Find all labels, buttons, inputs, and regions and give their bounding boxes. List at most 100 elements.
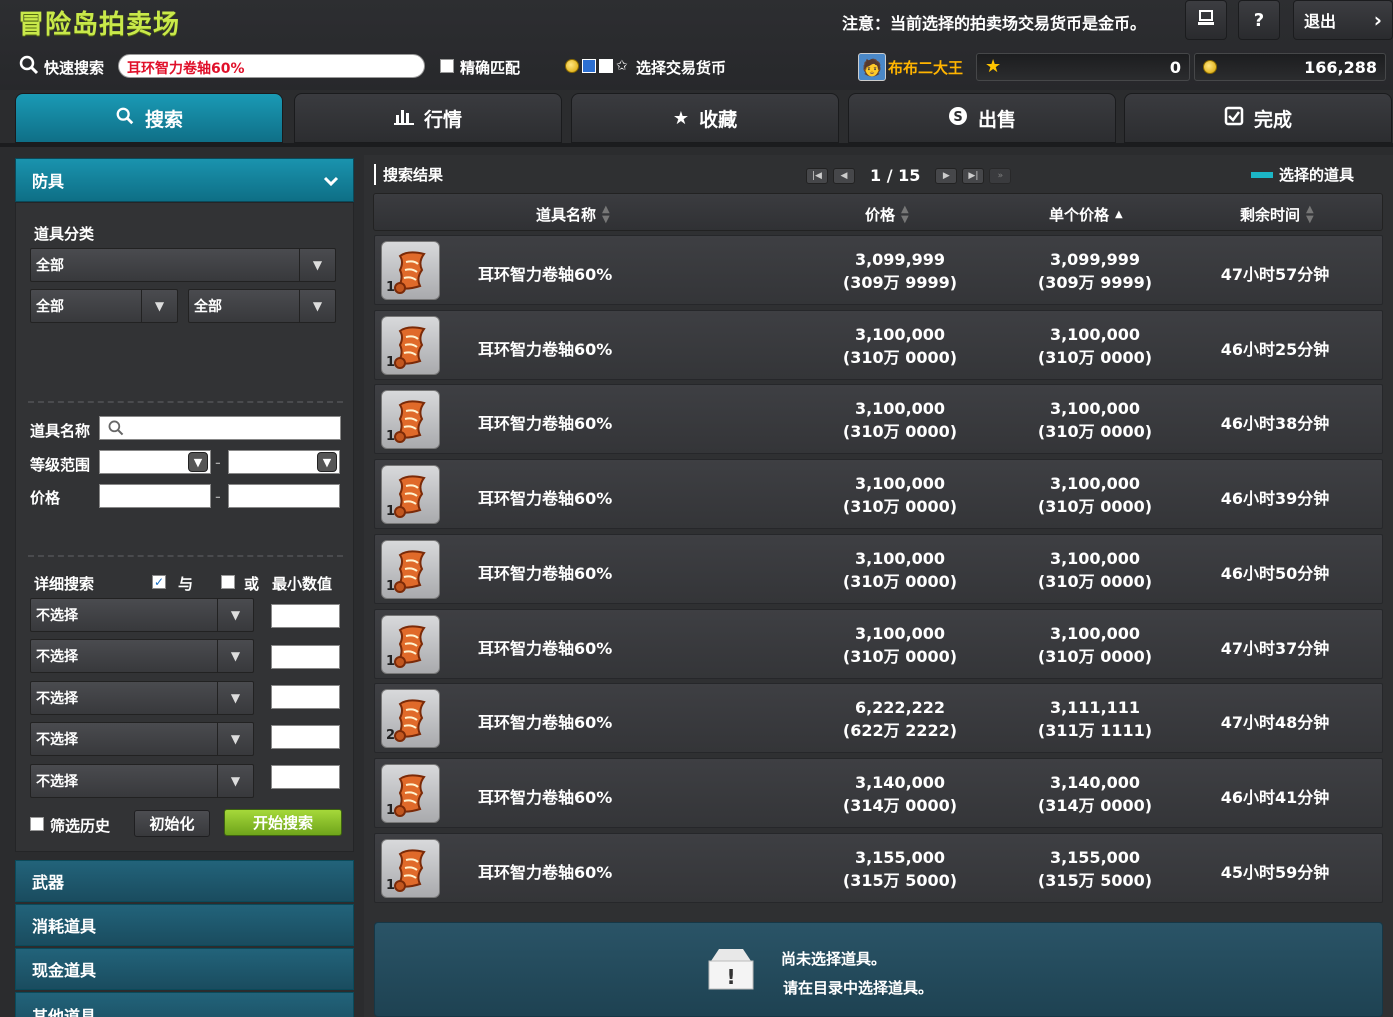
unit-price-cn: (309万 9999) (1037, 273, 1153, 292)
detail-option-select[interactable]: 不选择 ▼ (30, 722, 254, 756)
exact-match-checkbox[interactable] (440, 59, 454, 73)
help-button[interactable]: ? (1238, 0, 1280, 40)
item-name-input[interactable] (99, 416, 341, 440)
star-point-icon: ★ (985, 56, 1002, 77)
unit-price-cell: 3,100,000 (310万 0000) (1020, 622, 1170, 668)
table-row[interactable]: 1 耳环智力卷轴60% 3,155,000 (315万 5000) 3,155,000 (… (374, 832, 1383, 903)
level-min-select[interactable]: ▼ (99, 450, 211, 474)
chevron-down-icon: ▼ (299, 290, 335, 322)
and-checkbox[interactable]: ✓ (152, 575, 166, 589)
detail-option-select[interactable]: 不选择 ▼ (30, 681, 254, 715)
exact-match-label: 精确匹配 (460, 59, 521, 77)
chevron-down-icon (323, 171, 339, 190)
search-icon (18, 54, 40, 76)
table-row[interactable]: 1 耳环智力卷轴60% 3,099,999 (309万 9999) 3,099,999 (… (374, 235, 1383, 305)
level-max-select[interactable]: ▼ (228, 450, 340, 474)
category-weapon-header[interactable]: 武器 (15, 860, 354, 902)
tab-label: 收藏 (699, 108, 738, 131)
col-name-header[interactable]: 道具名称 ▲ ▼ (536, 204, 610, 225)
empty-line-1: 尚未选择道具。 (781, 950, 887, 968)
results-title: 搜索结果 (374, 164, 443, 185)
box-alert-icon: ! (705, 945, 757, 997)
category-label: 现金道具 (32, 961, 97, 980)
detail-min-input[interactable] (271, 725, 340, 749)
chevron-down-icon: ▼ (299, 249, 335, 281)
item-quantity: 1 (386, 877, 396, 893)
unit-price-cn: (310万 0000) (1037, 497, 1153, 517)
first-page-button[interactable]: |◀ (806, 167, 828, 184)
price-cell: 3,100,000 (310万 0000) (825, 472, 975, 518)
price-value: 3,140,000 (854, 772, 946, 792)
star-icon: ★ (672, 107, 690, 129)
check-icon (1224, 106, 1244, 131)
select-currency-label[interactable]: 选择交易货币 (636, 57, 726, 78)
tab-search[interactable]: 搜索 (15, 93, 283, 143)
detail-option-select[interactable]: 不选择 ▼ (30, 639, 254, 673)
price-cell: 3,155,000 (315万 5000) (825, 846, 975, 892)
table-row[interactable]: 1 耳环智力卷轴60% 3,140,000 (314万 0000) 3,140,000 (… (374, 757, 1383, 828)
unit-price-value: 3,140,000 (1049, 772, 1141, 792)
unit-price-cell: 3,100,000 (310万 0000) (1020, 472, 1170, 518)
price-min-input[interactable] (99, 484, 211, 508)
col-label: 道具名称 (536, 206, 597, 224)
prev-page-button[interactable]: ◀ (833, 167, 855, 184)
table-row[interactable]: 1 耳环智力卷轴60% 3,100,000 (310万 0000) 3,100,000 (… (374, 533, 1383, 604)
legend-label: 选择的道具 (1279, 166, 1355, 184)
last-page-button[interactable]: ▶| (962, 167, 985, 184)
currency-icons[interactable]: ✩ (565, 58, 628, 74)
price-value: 3,155,000 (854, 847, 946, 867)
sub-class-select-1[interactable]: 全部 ▼ (30, 289, 178, 323)
next-page-button[interactable]: ▶ (935, 167, 958, 184)
jump-page-button[interactable]: » (989, 167, 1012, 184)
col-time-header[interactable]: 剩余时间 ▲ ▼ (1240, 204, 1314, 225)
detail-option-select[interactable]: 不选择 ▼ (30, 764, 254, 798)
category-armor-header[interactable]: 防具 (15, 158, 354, 202)
exit-button[interactable]: 退出 › (1293, 0, 1393, 40)
sub-class-select-2[interactable]: 全部 ▼ (188, 289, 336, 323)
tab-favorites[interactable]: ★ 收藏 (571, 93, 839, 143)
price-max-input[interactable] (228, 484, 340, 508)
table-row[interactable]: 1 耳环智力卷轴60% 3,100,000 (310万 0000) 3,100,000 (… (374, 608, 1383, 679)
price-separator: - (215, 487, 221, 506)
quick-search-label: 快速搜索 (44, 59, 105, 77)
item-quantity: 1 (386, 280, 396, 295)
arrow-right-icon: › (1373, 8, 1382, 32)
category-consumable-header[interactable]: 消耗道具 (15, 904, 354, 946)
tab-sell[interactable]: S 出售 (848, 93, 1116, 143)
col-label: 价格 (865, 206, 896, 224)
detail-min-input[interactable] (271, 765, 340, 789)
detail-min-input[interactable] (271, 645, 340, 669)
search-icon (107, 419, 125, 441)
col-price-header[interactable]: 价格 ▲ ▼ (865, 204, 909, 225)
history-checkbox[interactable] (30, 817, 44, 831)
chevron-down-icon: ▼ (141, 290, 177, 322)
table-row[interactable]: 1 耳环智力卷轴60% 3,100,000 (310万 0000) 3,100,000 (… (374, 384, 1383, 455)
detail-min-input[interactable] (271, 685, 340, 709)
category-cash-header[interactable]: 现金道具 (15, 948, 354, 990)
chevron-down-icon: ▼ (217, 765, 253, 797)
tab-market[interactable]: 行情 (294, 93, 562, 143)
start-search-button[interactable]: 开始搜索 (224, 809, 342, 836)
detail-min-input[interactable] (271, 604, 340, 628)
item-class-select[interactable]: 全部 ▼ (30, 248, 336, 282)
col-unit-price-header[interactable]: 单个价格 ▲ (1049, 204, 1123, 225)
table-header: 道具名称 ▲ ▼ 价格 ▲ ▼ 单个价格 ▲ 剩余时间 ▲ ▼ (373, 193, 1383, 231)
character-name: 布布二大王 (888, 59, 964, 77)
reset-button[interactable]: 初始化 (134, 810, 210, 837)
quick-search-input[interactable]: 耳环智力卷轴60% (118, 54, 425, 78)
table-row[interactable]: 1 耳环智力卷轴60% 3,100,000 (310万 0000) 3,100,000 (… (374, 459, 1383, 530)
table-row[interactable]: 1 耳环智力卷轴60% 3,100,000 (310万 0000) 3,100,000 (… (374, 309, 1383, 380)
unit-price-cell: 3,155,000 (315万 5000) (1020, 846, 1170, 892)
tab-completed[interactable]: 完成 (1124, 93, 1392, 143)
or-checkbox[interactable] (221, 575, 235, 589)
and-label: 与 (178, 575, 194, 593)
screenshot-button[interactable] (1185, 0, 1227, 40)
item-name: 耳环智力卷轴60% (478, 414, 613, 434)
detail-option-select[interactable]: 不选择 ▼ (30, 598, 254, 632)
selected-legend: 选择的道具 (1251, 164, 1354, 185)
app-title: 冒险岛拍卖场 (18, 10, 181, 40)
unit-price-cn: (311万 1111) (1037, 721, 1153, 741)
price-cn: (310万 0000) (842, 497, 958, 517)
category-etc-header[interactable]: 其他道具 (15, 992, 354, 1017)
table-row[interactable]: 2 耳环智力卷轴60% 6,222,222 (622万 2222) 3,111,111 (… (374, 683, 1383, 754)
